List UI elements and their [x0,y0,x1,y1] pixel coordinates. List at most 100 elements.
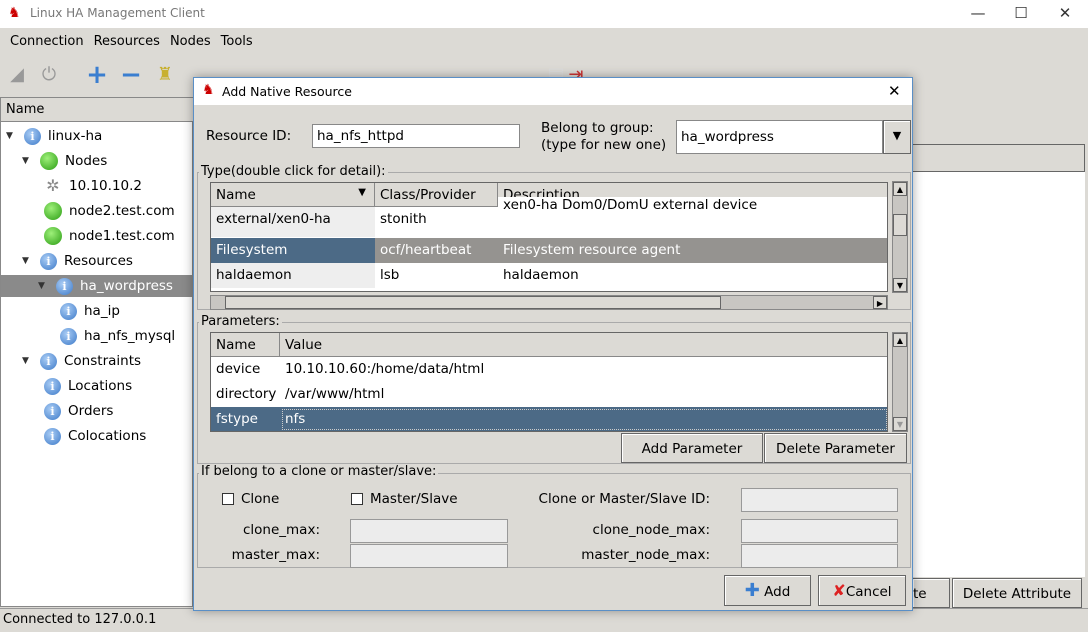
master-node-max-input[interactable] [741,544,898,568]
tree-item-label: linux-ha [48,128,103,144]
type-table-cell[interactable]: haldaemon [498,263,887,288]
type-table-cell[interactable]: Filesystem resource agent [498,238,887,263]
window-title: Linux HA Management Client [30,6,205,20]
info-icon: i [60,327,77,345]
tree-item-label: Orders [68,403,114,419]
dialog-title: Add Native Resource [222,84,352,99]
cancel-x-icon: ✘ [832,581,846,600]
type-col-name[interactable]: Name ▼ [211,183,375,207]
group-dropdown-button[interactable]: ▼ [883,120,911,154]
info-icon: i [56,277,73,295]
expand-toggle-icon[interactable]: ▼ [6,131,18,141]
update-attribute-button[interactable]: te [912,578,950,608]
parameter-table-cell[interactable]: nfs [280,407,887,431]
clone-node-max-input[interactable] [741,519,898,543]
type-table-cell[interactable]: lsb [375,263,498,288]
group-combobox[interactable]: ha_wordpress [676,120,883,154]
node-online-icon [44,227,62,245]
delete-attribute-button[interactable]: Delete Attribute [952,578,1082,608]
tree-item-label: node2.test.com [69,203,175,219]
type-table-cell[interactable]: ocf/heartbeat [375,238,498,263]
tree-item[interactable]: node2.test.com [1,200,194,222]
type-table: Name ▼ Class/Provider Description externa… [210,182,888,292]
master-slave-checkbox[interactable]: Master/Slave [351,491,458,507]
type-table-cell[interactable]: haldaemon [211,263,375,288]
tree-item-label: Constraints [64,353,142,369]
tree-item[interactable]: ▼ i Constraints [1,350,194,372]
param-col-value[interactable]: Value [280,333,887,357]
delete-parameter-button[interactable]: Delete Parameter [764,433,907,463]
add-icon[interactable]: + [86,62,108,88]
sort-desc-icon: ▼ [358,187,366,198]
disconnect-plug-icon[interactable]: ⏻ [38,64,60,86]
menu-nodes[interactable]: Nodes [165,30,216,49]
connect-icon[interactable]: ◢ [6,64,28,86]
tree-header-name[interactable]: Name [1,98,194,122]
tree-item[interactable]: ▼ i ha_wordpress [1,275,194,297]
expand-toggle-icon[interactable]: ▼ [22,156,34,166]
tree-item[interactable]: i Locations [1,375,194,397]
tree-item-label: Nodes [65,153,108,169]
parameters-vertical-scrollbar[interactable]: ▲ ▼ [892,332,908,432]
master-max-input[interactable] [350,544,508,568]
parameter-table-cell[interactable]: fstype [211,407,280,431]
add-icon: ✚ [744,580,760,601]
scroll-thumb[interactable] [893,214,907,236]
tree-item-label: Locations [68,378,133,394]
clone-checkbox[interactable]: Clone [222,491,279,507]
parameter-table-cell[interactable]: device [211,357,280,382]
tree-item[interactable]: i Orders [1,400,194,422]
tree-item[interactable]: ▼ i Resources [1,250,194,272]
app-logo-icon: ♞ [202,82,215,98]
minimize-button[interactable]: — [968,4,988,24]
info-icon: i [44,427,61,445]
info-icon: i [44,402,61,420]
parameters-group-label: Parameters: [199,314,282,329]
tree-item[interactable]: i ha_nfs_mysql [1,325,194,347]
menu-resources[interactable]: Resources [89,30,165,49]
attribute-table-header [912,144,1085,172]
resource-id-input[interactable]: ha_nfs_httpd [312,124,520,148]
cleanup-brush-icon[interactable]: ♜ [154,64,176,86]
tree-item[interactable]: ✲ 10.10.10.2 [1,175,194,197]
menu-connection[interactable]: Connection [5,30,89,49]
menu-tools[interactable]: Tools [216,30,258,49]
tree-item[interactable]: ▼ Nodes [1,150,194,172]
master-node-max-label: master_node_max: [581,547,710,563]
type-table-cell[interactable]: external/xen0-ha [211,207,375,237]
type-table-cell[interactable]: xen0-ha Dom0/DomU external device [498,197,887,211]
clone-id-input[interactable] [741,488,898,512]
clone-max-input[interactable] [350,519,508,543]
tree-item[interactable]: node1.test.com [1,225,194,247]
group-label: Belong to group: [541,120,654,136]
status-bar: Connected to 127.0.0.1 [0,608,1088,632]
type-vertical-scrollbar[interactable]: ▲ ▼ [892,181,908,293]
expand-toggle-icon[interactable]: ▼ [22,256,34,266]
expand-toggle-icon[interactable]: ▼ [22,356,34,366]
tree-item[interactable]: ▼ i linux-ha [1,125,194,147]
parameter-table-cell[interactable]: 10.10.10.60:/home/data/html [280,357,887,382]
resource-id-label: Resource ID: [206,128,292,144]
type-col-class[interactable]: Class/Provider [375,183,498,207]
close-button[interactable]: ✕ [1055,4,1075,24]
parameter-table-cell[interactable]: /var/www/html [280,382,887,407]
type-table-cell[interactable]: Filesystem [211,238,375,263]
node-online-icon [44,202,62,220]
add-button[interactable]: ✚ Add [724,575,811,606]
tree-item-label: Resources [64,253,133,269]
tree-item[interactable]: i ha_ip [1,300,194,322]
clone-group-label: If belong to a clone or master/slave: [199,464,439,479]
type-table-cell[interactable]: stonith [375,207,498,237]
add-parameter-button[interactable]: Add Parameter [621,433,763,463]
info-icon: i [40,252,57,270]
remove-icon[interactable]: − [120,62,142,88]
tree-item-label: node1.test.com [69,228,175,244]
dialog-close-button[interactable]: ✕ [888,82,901,100]
param-col-name[interactable]: Name [211,333,280,357]
cancel-button[interactable]: ✘Cancel [818,575,906,606]
expand-toggle-icon[interactable]: ▼ [38,281,50,291]
tree-item[interactable]: i Colocations [1,425,194,447]
maximize-button[interactable]: ☐ [1011,4,1031,24]
parameter-table-cell[interactable]: directory [211,382,280,407]
type-horizontal-scrollbar[interactable]: ▶ [210,295,888,310]
